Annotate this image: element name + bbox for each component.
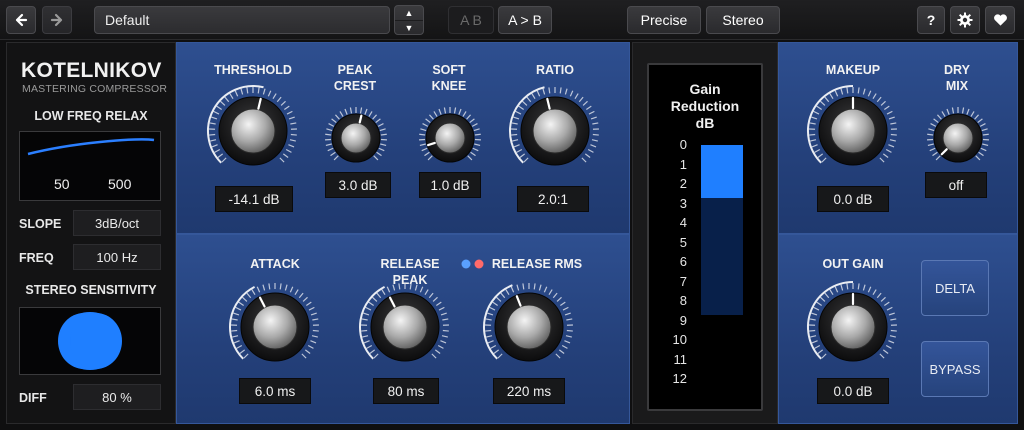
- stereo-label: Stereo: [722, 12, 764, 28]
- makeup-value[interactable]: 0.0 dB: [817, 186, 889, 212]
- meter-scale-label: 2: [679, 176, 687, 191]
- stereo-sensitivity-display[interactable]: [19, 307, 161, 375]
- undo-button[interactable]: [6, 6, 36, 34]
- low-freq-relax-display[interactable]: 50 500: [19, 131, 161, 201]
- dry-mix-knob[interactable]: [923, 103, 993, 173]
- threshold-knob[interactable]: [203, 81, 303, 181]
- meter-scale-label: 10: [672, 332, 687, 347]
- meter-scale-label: 5: [679, 234, 687, 250]
- freq-label: FREQ: [19, 251, 54, 265]
- meter-bar: [701, 145, 743, 198]
- ratio-label: RATIO: [536, 63, 574, 77]
- arrow-left-icon: [15, 13, 28, 27]
- meter-title: Gain Reduction dB: [670, 81, 740, 131]
- gain-reduction-meter-panel: Gain Reduction dB 0 1 2 3 4 5 6 7 8 9 10 11 12: [632, 42, 778, 424]
- delta-button[interactable]: DELTA: [921, 260, 989, 316]
- meter-scale-label: 7: [679, 273, 687, 289]
- peak-crest-knob[interactable]: [321, 103, 391, 173]
- meter-scale-label: 9: [679, 312, 687, 328]
- ab-label: A B: [460, 12, 482, 28]
- arrow-right-icon: [50, 13, 63, 27]
- soft-knee-knob[interactable]: [415, 103, 485, 173]
- ratio-value[interactable]: 2.0:1: [517, 186, 589, 212]
- stereo-ellipses-icon: [58, 312, 122, 370]
- attack-knob[interactable]: [225, 277, 325, 377]
- preset-selector[interactable]: Default: [94, 6, 390, 34]
- stereo-sensitivity-label: STEREO SENSITIVITY: [25, 283, 157, 297]
- brand-name: KOTELNIKOV: [21, 59, 162, 82]
- brand-subtitle: MASTERING COMPRESSOR: [22, 83, 168, 95]
- gain-reduction-meter: Gain Reduction dB 0 1 2 3 4 5 6 7 8 9 10 11 12: [647, 63, 763, 411]
- meter-scale-label: 6: [679, 254, 687, 269]
- peak-crest-value[interactable]: 3.0 dB: [325, 172, 391, 198]
- heart-icon: [993, 14, 1007, 26]
- release-peak-knob[interactable]: [355, 277, 455, 377]
- gear-icon: [957, 12, 973, 28]
- low-freq-relax-label: LOW FREQ RELAX: [34, 109, 148, 123]
- out-gain-value[interactable]: 0.0 dB: [817, 378, 889, 404]
- freq-value[interactable]: 100 Hz: [73, 244, 161, 270]
- release-rms-value[interactable]: 220 ms: [493, 378, 565, 404]
- attack-value[interactable]: 6.0 ms: [239, 378, 311, 404]
- meter-scale-label: 12: [672, 371, 687, 386]
- relax-curve: [27, 138, 155, 156]
- settings-button[interactable]: [950, 6, 980, 34]
- stereo-button[interactable]: Stereo: [706, 6, 780, 34]
- favorite-button[interactable]: [985, 6, 1015, 34]
- release-link-icon[interactable]: [459, 257, 487, 271]
- preset-down-icon[interactable]: ▼: [395, 20, 423, 34]
- soft-knee-value[interactable]: 1.0 dB: [419, 172, 481, 198]
- dry-mix-value[interactable]: off: [925, 172, 987, 198]
- meter-scale-label: 11: [673, 351, 688, 367]
- threshold-label: THRESHOLD: [214, 63, 292, 77]
- makeup-knob[interactable]: [803, 81, 903, 181]
- diff-label: DIFF: [19, 391, 47, 405]
- out-gain-knob[interactable]: [803, 277, 903, 377]
- preset-name: Default: [105, 12, 150, 28]
- meter-scale-label: 1: [679, 156, 687, 172]
- threshold-value[interactable]: -14.1 dB: [215, 186, 293, 212]
- help-label: ?: [926, 12, 936, 28]
- preset-stepper[interactable]: ▲ ▼: [394, 5, 424, 35]
- bypass-button[interactable]: BYPASS: [921, 341, 989, 397]
- release-peak-value[interactable]: 80 ms: [373, 378, 439, 404]
- slope-label: SLOPE: [19, 217, 62, 231]
- precise-label: Precise: [640, 12, 688, 28]
- meter-scale-label: 8: [679, 293, 687, 308]
- a-to-b-label: A > B: [508, 12, 542, 28]
- timing-panel: ATTACK 6.0 ms RELEASE PEAK 80 ms RELEASE…: [176, 234, 630, 424]
- meter-scale-label: 0: [679, 137, 687, 152]
- freq-mark-500: 500: [108, 176, 132, 192]
- left-panel: KOTELNIKOV MASTERING COMPRESSOR LOW FREQ…: [6, 42, 176, 424]
- attack-label: ATTACK: [250, 257, 300, 271]
- dry-mix-label: DRY MIX: [944, 63, 970, 93]
- ab-compare-button[interactable]: A B: [448, 6, 494, 34]
- release-rms-knob[interactable]: [479, 277, 579, 377]
- copy-a-to-b-button[interactable]: A > B: [498, 6, 552, 34]
- redo-button[interactable]: [42, 6, 72, 34]
- soft-knee-label: SOFT KNEE: [431, 63, 467, 93]
- release-rms-label: RELEASE RMS: [491, 257, 583, 271]
- slope-value[interactable]: 3dB/oct: [73, 210, 161, 236]
- help-button[interactable]: ?: [917, 6, 945, 34]
- meter-scale-label: 3: [679, 195, 687, 211]
- out-gain-panel: OUT GAIN 0.0 dB DELTA BYPASS: [778, 234, 1018, 424]
- precise-button[interactable]: Precise: [627, 6, 701, 34]
- meter-scale-label: 4: [679, 215, 687, 230]
- preset-up-icon[interactable]: ▲: [395, 6, 423, 20]
- out-gain-label: OUT GAIN: [822, 257, 884, 271]
- compressor-panel: THRESHOLD -14.1 dB PEAK CREST 3.0 dB SOFT…: [176, 42, 630, 234]
- top-toolbar: Default ▲ ▼ A B A > B Precise Stereo ?: [0, 0, 1024, 40]
- diff-value[interactable]: 80 %: [73, 384, 161, 410]
- ratio-knob[interactable]: [505, 81, 605, 181]
- makeup-label: MAKEUP: [825, 63, 881, 77]
- peak-crest-label: PEAK CREST: [333, 63, 377, 93]
- freq-mark-50: 50: [54, 176, 70, 192]
- output-panel: MAKEUP 0.0 dB DRY MIX off: [778, 42, 1018, 234]
